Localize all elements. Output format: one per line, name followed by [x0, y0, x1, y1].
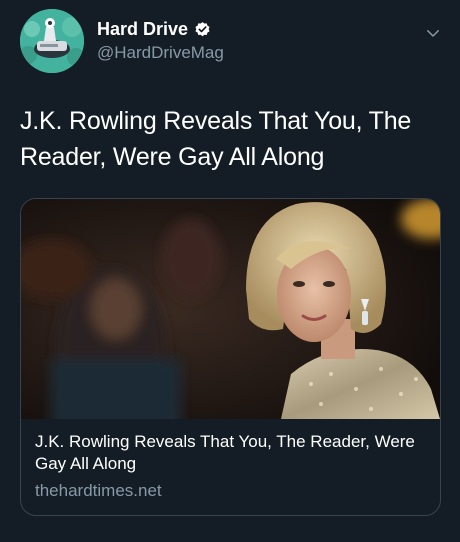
card-title[interactable]: J.K. Rowling Reveals That You, The Reade… [35, 431, 430, 475]
hard-drive-logo-icon [20, 9, 84, 73]
chevron-down-icon[interactable] [424, 24, 442, 42]
link-card[interactable]: J.K. Rowling Reveals That You, The Reade… [20, 198, 441, 516]
card-image[interactable] [21, 199, 440, 419]
woman-photo-image [21, 199, 440, 419]
tweet: Hard Drive @HardDriveMag J.K. Rowling Re… [0, 0, 460, 542]
tweet-text: J.K. Rowling Reveals That You, The Reade… [20, 107, 412, 171]
author-handle[interactable]: @HardDriveMag [97, 43, 224, 63]
author-avatar[interactable] [20, 9, 84, 73]
author-name-row: Hard Drive [97, 19, 211, 40]
verified-badge-icon [195, 22, 210, 37]
card-domain[interactable]: thehardtimes.net [35, 481, 162, 501]
author-display-name[interactable]: Hard Drive [97, 19, 188, 40]
